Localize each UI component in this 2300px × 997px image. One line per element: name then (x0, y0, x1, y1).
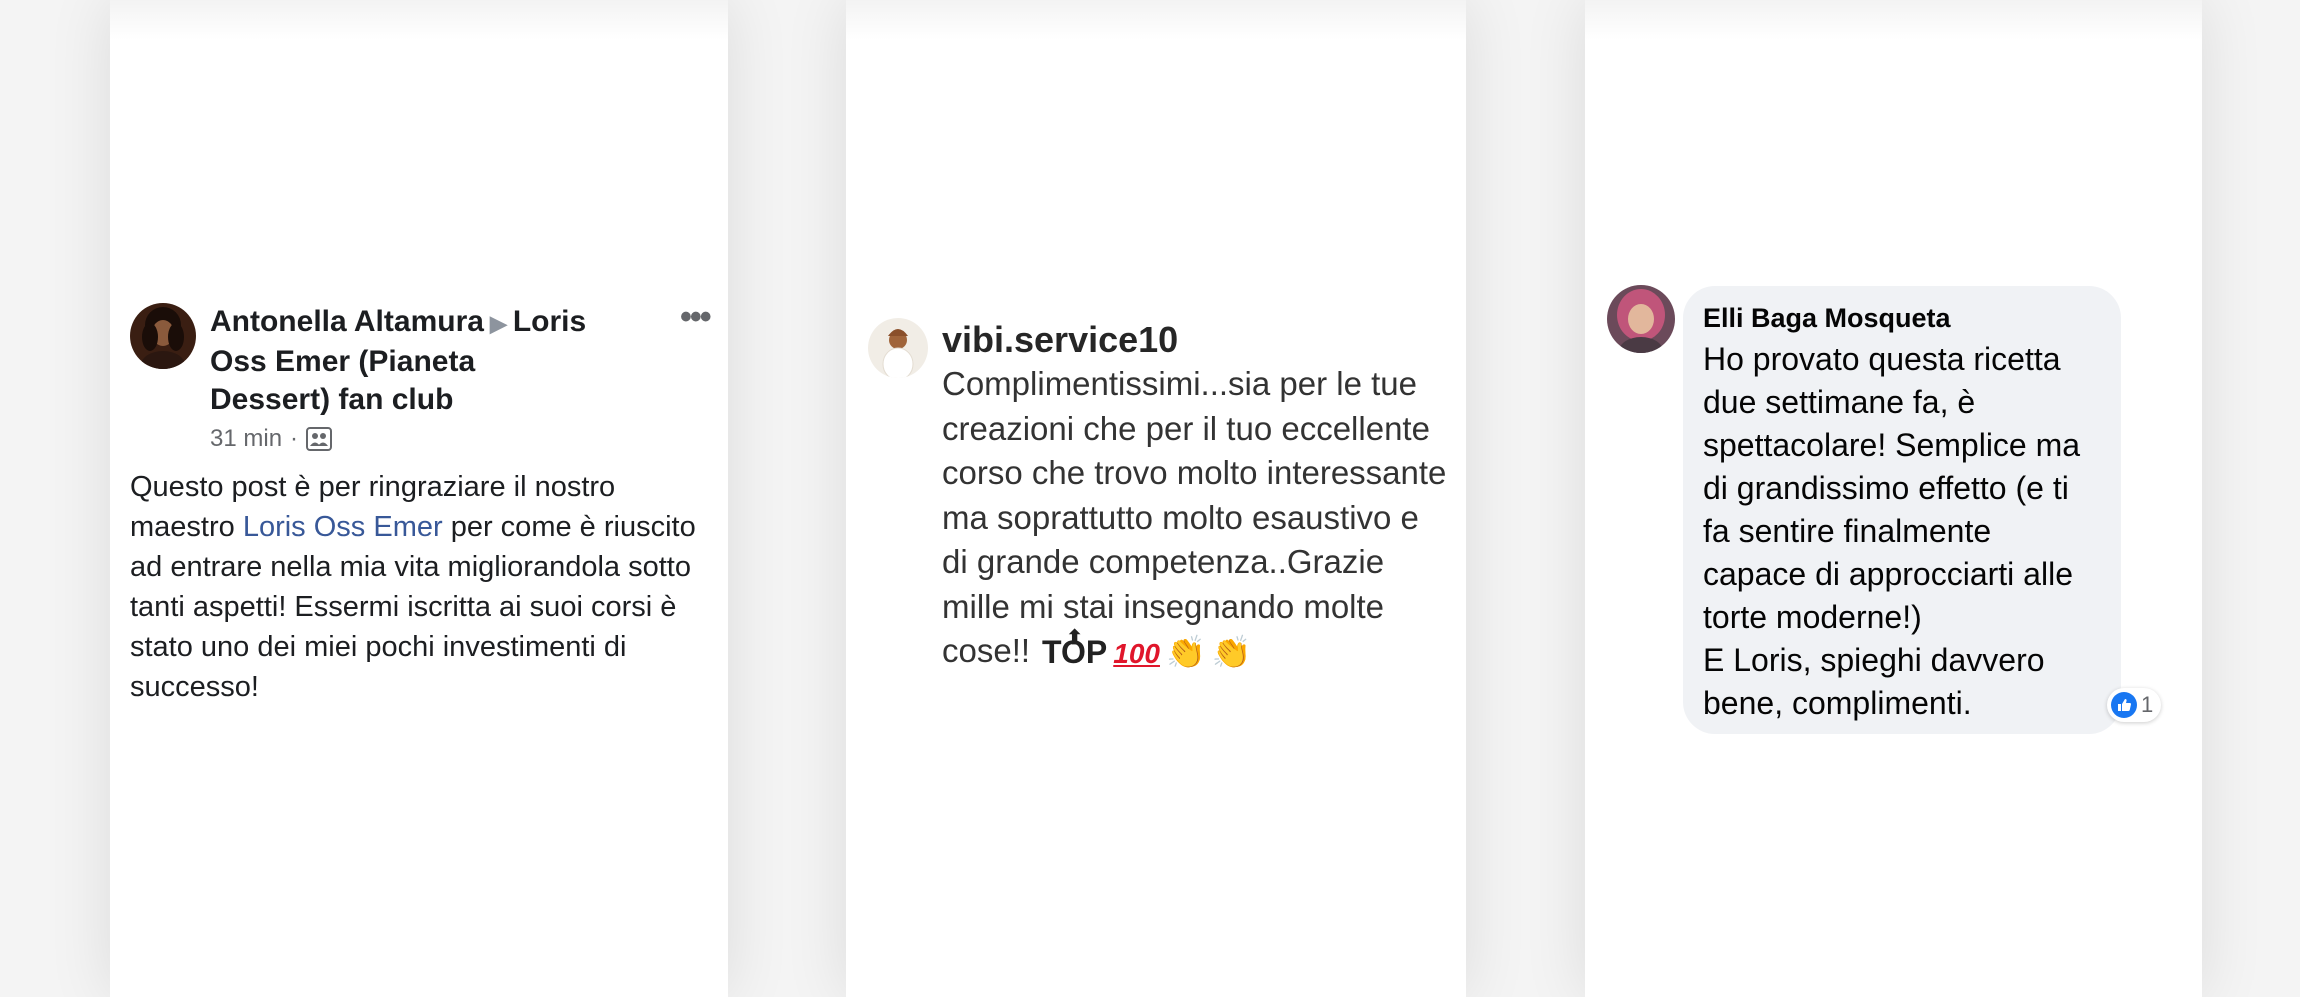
commenter-name[interactable]: Elli Baga Mosqueta (1703, 300, 2101, 336)
like-icon (2111, 692, 2137, 718)
group-audience-icon (306, 427, 333, 451)
more-options-icon[interactable]: ••• (680, 300, 712, 334)
post-meta: 31 min · (210, 425, 333, 453)
instagram-comment-card: vibi.service10 Complimentissimi...sia pe… (846, 0, 1466, 997)
post-body: Questo post è per ringraziare il nostro … (130, 467, 710, 707)
author-name[interactable]: Antonella Altamura (210, 305, 484, 338)
comment-text: Ho provato questa ricetta due settimane … (1703, 341, 2081, 721)
top-arrow-icon: ⬆ TOP (1042, 627, 1108, 671)
comment-text: Complimentissimi...sia per le tue creazi… (942, 365, 1447, 669)
hundred-points-icon: 100 (1113, 638, 1160, 670)
triangle-right-icon: ▶ (489, 311, 507, 336)
comment-bubble: Elli Baga Mosqueta Ho provato questa ric… (1683, 286, 2121, 734)
user-avatar[interactable] (868, 318, 928, 378)
comment-body: Complimentissimi...sia per le tue creazi… (942, 362, 1452, 677)
author-avatar[interactable] (130, 303, 196, 369)
commenter-avatar[interactable] (1607, 285, 1675, 353)
facebook-comment-card: Elli Baga Mosqueta Ho provato questa ric… (1585, 0, 2202, 997)
clapping-hands-icon: 👏 (1165, 634, 1206, 671)
reaction-count: 1 (2141, 692, 2154, 717)
post-time[interactable]: 31 min (210, 425, 282, 453)
username[interactable]: vibi.service10 (942, 318, 1178, 362)
clapping-hands-icon: 👏 (1211, 634, 1252, 671)
facebook-post-card: Antonella Altamura ▶ Loris Oss Emer (Piane… (110, 0, 728, 997)
emoji-group: ⬆ TOP 100 👏 👏 (1030, 627, 1252, 677)
mention-link[interactable]: Loris Oss Emer (243, 511, 443, 543)
meta-separator: · (290, 425, 299, 452)
reaction-badge[interactable]: 1 (2107, 688, 2162, 722)
post-header: Antonella Altamura ▶ Loris Oss Emer (Piane… (210, 303, 590, 419)
